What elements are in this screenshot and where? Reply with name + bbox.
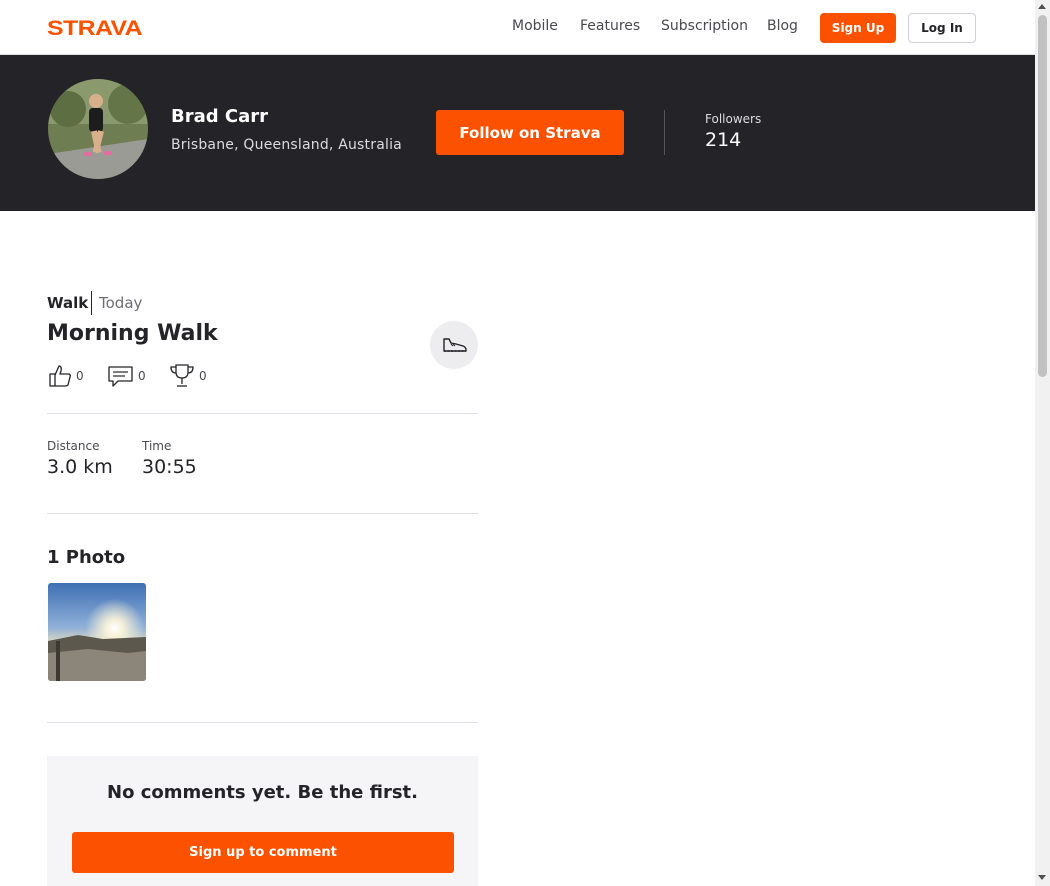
sign-up-to-comment-button[interactable]: Sign up to comment <box>72 832 454 873</box>
sport-badge <box>430 321 478 369</box>
time-value: 30:55 <box>142 456 197 478</box>
distance-label: Distance <box>47 439 100 453</box>
strava-logo[interactable]: STRAVA <box>47 17 143 38</box>
nav-link-subscription[interactable]: Subscription <box>661 18 748 34</box>
no-comments-text: No comments yet. Be the first. <box>107 782 418 803</box>
followers-label: Followers <box>705 112 762 126</box>
divider <box>91 291 92 315</box>
nav-link-features[interactable]: Features <box>580 18 640 34</box>
divider <box>47 722 478 723</box>
activity-title: Morning Walk <box>47 321 218 346</box>
athlete-name[interactable]: Brad Carr <box>171 106 268 127</box>
nav-link-mobile[interactable]: Mobile <box>512 18 558 34</box>
divider <box>664 110 665 155</box>
activity-date: Today <box>99 294 143 312</box>
athlete-location: Brisbane, Queensland, Australia <box>171 137 402 153</box>
divider <box>47 413 478 414</box>
photos-title: 1 Photo <box>47 547 126 568</box>
sign-up-button[interactable]: Sign Up <box>820 13 896 43</box>
scroll-up-arrow-icon[interactable] <box>1038 4 1046 9</box>
scroll-down-arrow-icon[interactable] <box>1038 875 1046 880</box>
divider <box>47 513 478 514</box>
comments-count: 0 <box>138 369 146 383</box>
time-label: Time <box>142 439 172 453</box>
comments-panel: No comments yet. Be the first. Sign up t… <box>47 756 478 886</box>
activity-photo[interactable] <box>48 583 146 681</box>
follow-button[interactable]: Follow on Strava <box>436 110 624 155</box>
kudos-count: 0 <box>76 369 84 383</box>
avatar[interactable] <box>48 79 148 179</box>
trophy-icon[interactable] <box>169 363 195 389</box>
top-nav: STRAVA Mobile Features Subscription Blog… <box>0 0 1035 55</box>
shoe-icon <box>443 338 467 352</box>
scrollbar-thumb[interactable] <box>1038 15 1047 377</box>
comment-icon[interactable] <box>108 365 134 388</box>
kudos-icon[interactable] <box>48 363 73 388</box>
nav-link-blog[interactable]: Blog <box>767 18 798 34</box>
activity-type: Walk <box>47 294 89 312</box>
distance-value: 3.0 km <box>47 456 113 478</box>
log-in-button[interactable]: Log In <box>908 13 976 43</box>
followers-count: 214 <box>705 129 742 151</box>
athlete-header: Brad Carr Brisbane, Queensland, Australi… <box>0 55 1035 211</box>
achievements-count: 0 <box>199 369 207 383</box>
svg-text:STRAVA: STRAVA <box>47 17 142 38</box>
scrollbar[interactable] <box>1035 0 1050 886</box>
